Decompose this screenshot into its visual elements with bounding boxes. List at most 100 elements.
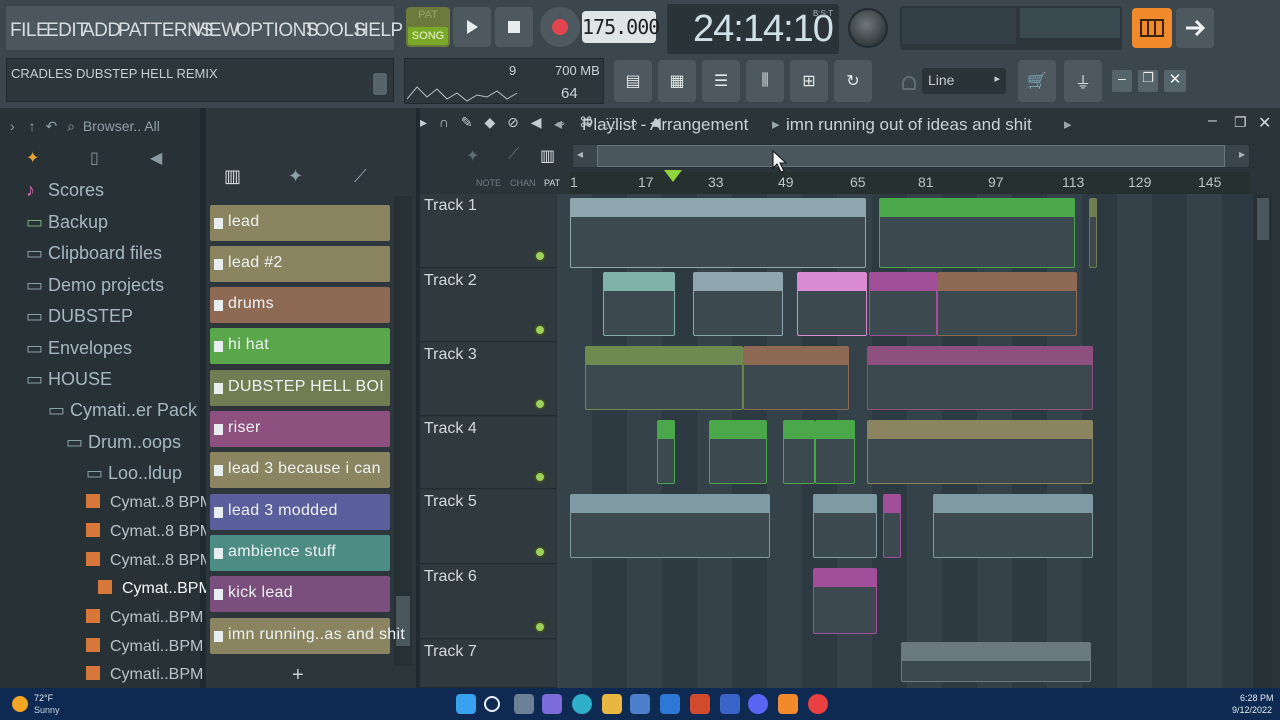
browser-file[interactable]: Cymat..8 BPM <box>86 552 213 576</box>
playlist-grid[interactable] <box>557 194 1253 688</box>
browser-item-house[interactable]: ▭ HOUSE <box>26 369 112 397</box>
playlist-overview[interactable]: ◂ ▸ <box>572 144 1250 168</box>
chevron-right-icon[interactable]: › <box>10 118 15 134</box>
master-volume-knob[interactable] <box>848 8 888 48</box>
playlist-clip[interactable] <box>813 494 877 558</box>
playlist-clip[interactable] <box>815 420 855 484</box>
song-title-box[interactable]: CRADLES DUBSTEP HELL REMIX <box>6 58 394 102</box>
overview-window[interactable] <box>597 145 1225 167</box>
taskbar-clock[interactable]: 6:28 PM <box>1240 693 1274 703</box>
piano-icon[interactable]: ▥ <box>540 146 555 166</box>
browser-file[interactable]: Cymati..BPM <box>86 666 203 690</box>
chevron-left-icon[interactable]: ◂ <box>577 147 583 161</box>
automation-icon[interactable]: ⟋ <box>508 146 519 164</box>
pattern-item[interactable]: lead <box>210 205 390 241</box>
song-position-display[interactable]: 24:14:10 B:S:T <box>667 4 839 54</box>
view-note-label[interactable]: NOTE <box>476 178 501 188</box>
browser-file[interactable]: Cymati..BPM <box>86 638 203 662</box>
weather-condition[interactable]: Sunny <box>34 705 60 715</box>
search-icon[interactable]: ⌕ <box>67 118 75 134</box>
stop-button[interactable] <box>495 7 533 47</box>
chat-icon[interactable] <box>542 694 562 714</box>
playlist-clip[interactable] <box>933 494 1093 558</box>
track-mute-button[interactable] <box>534 398 546 410</box>
playlist-clip[interactable] <box>585 346 743 410</box>
playlist-clip[interactable] <box>1089 198 1097 268</box>
back-icon[interactable]: ↶ <box>45 118 57 134</box>
playlist-clip[interactable] <box>570 198 866 268</box>
start-icon[interactable] <box>456 694 476 714</box>
app-icon[interactable] <box>720 694 740 714</box>
track-header[interactable]: Track 1 <box>420 194 556 268</box>
browser-item-loops-buildup[interactable]: ▭ Loo..ldup <box>86 463 182 491</box>
browser-file[interactable]: Cymat..8 BPM <box>86 494 213 518</box>
pattern-item[interactable]: lead 3 because i can <box>210 452 390 488</box>
snap-select[interactable]: Line ▸ <box>922 68 1006 94</box>
browser-item-cymatics-pack[interactable]: ▭ Cymati..er Pack <box>48 400 197 428</box>
pattern-scrollbar[interactable] <box>394 196 412 666</box>
speaker-icon[interactable]: ◀ <box>150 148 162 168</box>
browser-button[interactable]: ⊞ <box>790 60 828 102</box>
playlist-clip[interactable] <box>901 642 1091 682</box>
track-header[interactable]: Track 4 <box>420 417 556 489</box>
browser-item-scores[interactable]: ♪ Scores <box>26 180 104 208</box>
pattern-item[interactable]: hi hat <box>210 328 390 364</box>
playlist-scrollbar[interactable] <box>1254 194 1272 688</box>
playlist-clip[interactable] <box>570 494 770 558</box>
pattern-item[interactable]: kick lead <box>210 576 390 612</box>
waveform-icon[interactable]: ✦ <box>26 148 39 168</box>
piano-roll-button[interactable]: ▦ <box>658 60 696 102</box>
maximize-icon[interactable]: ❐ <box>1234 114 1247 131</box>
playlist-clip[interactable] <box>709 420 767 484</box>
discord-icon[interactable] <box>748 694 768 714</box>
track-mute-button[interactable] <box>534 324 546 336</box>
pattern-item[interactable]: lead 3 modded <box>210 494 390 530</box>
file-icon[interactable]: ▯ <box>90 148 99 168</box>
taskbar-date[interactable]: 9/12/2022 <box>1232 705 1272 715</box>
pattern-item[interactable]: imn running..as and shit <box>210 618 405 654</box>
waveform-icon[interactable]: ✦ <box>466 146 479 166</box>
next-button[interactable] <box>1176 8 1214 48</box>
browser-item-envelopes[interactable]: ▭ Envelopes <box>26 338 132 366</box>
app-icon[interactable] <box>808 694 828 714</box>
record-button[interactable] <box>540 7 580 47</box>
playlist-clip[interactable] <box>783 420 815 484</box>
track-header[interactable]: Track 6 <box>420 565 556 639</box>
playlist-clip[interactable] <box>879 198 1075 268</box>
browser-file[interactable]: Cymati..BPM <box>86 609 203 633</box>
pattern-item[interactable]: drums <box>210 287 390 323</box>
channel-rack-button[interactable]: ☰ <box>702 60 740 102</box>
pattern-item[interactable]: riser <box>210 411 390 447</box>
piano-keyboard-button[interactable] <box>1132 8 1172 48</box>
playlist-clip[interactable] <box>867 420 1093 484</box>
playlist-clip[interactable] <box>813 568 877 634</box>
plugin-button[interactable]: ⏚ <box>1064 60 1102 102</box>
scrollbar-thumb[interactable] <box>1257 198 1269 240</box>
chevron-right-icon[interactable]: ▸ <box>1239 147 1245 161</box>
track-header[interactable]: Track 7 <box>420 640 556 688</box>
track-header[interactable]: Track 3 <box>420 343 556 416</box>
track-mute-button[interactable] <box>534 546 546 558</box>
close-button[interactable]: ✕ <box>1164 70 1186 92</box>
playlist-clip[interactable] <box>867 346 1093 410</box>
view-chan-label[interactable]: CHAN <box>510 178 536 188</box>
task-view-icon[interactable] <box>514 694 534 714</box>
playlist-clip[interactable] <box>869 272 937 336</box>
waveform-icon[interactable]: ✦ <box>288 166 303 187</box>
pattern-item[interactable]: ambience stuff <box>210 535 390 571</box>
playlist-clip[interactable] <box>937 272 1077 336</box>
track-mute-button[interactable] <box>534 621 546 633</box>
browser-header[interactable]: Browser.. All <box>83 118 160 134</box>
minimize-icon[interactable]: – <box>1208 112 1217 130</box>
mail-icon[interactable] <box>660 694 680 714</box>
store-icon[interactable] <box>630 694 650 714</box>
browser-file-selected[interactable]: Cymat..BPM <box>98 580 212 604</box>
playlist-clip[interactable] <box>797 272 867 336</box>
view-pat-label[interactable]: PAT <box>544 178 560 188</box>
playlist-pattern-name[interactable]: imn running out of ideas and shit <box>786 115 1032 135</box>
playlist-clip[interactable] <box>603 272 675 336</box>
undo-history-button[interactable]: ↻ <box>834 60 872 102</box>
playlist-clip[interactable] <box>743 346 849 410</box>
fl-studio-icon[interactable] <box>778 694 798 714</box>
playlist-clip[interactable] <box>883 494 901 558</box>
